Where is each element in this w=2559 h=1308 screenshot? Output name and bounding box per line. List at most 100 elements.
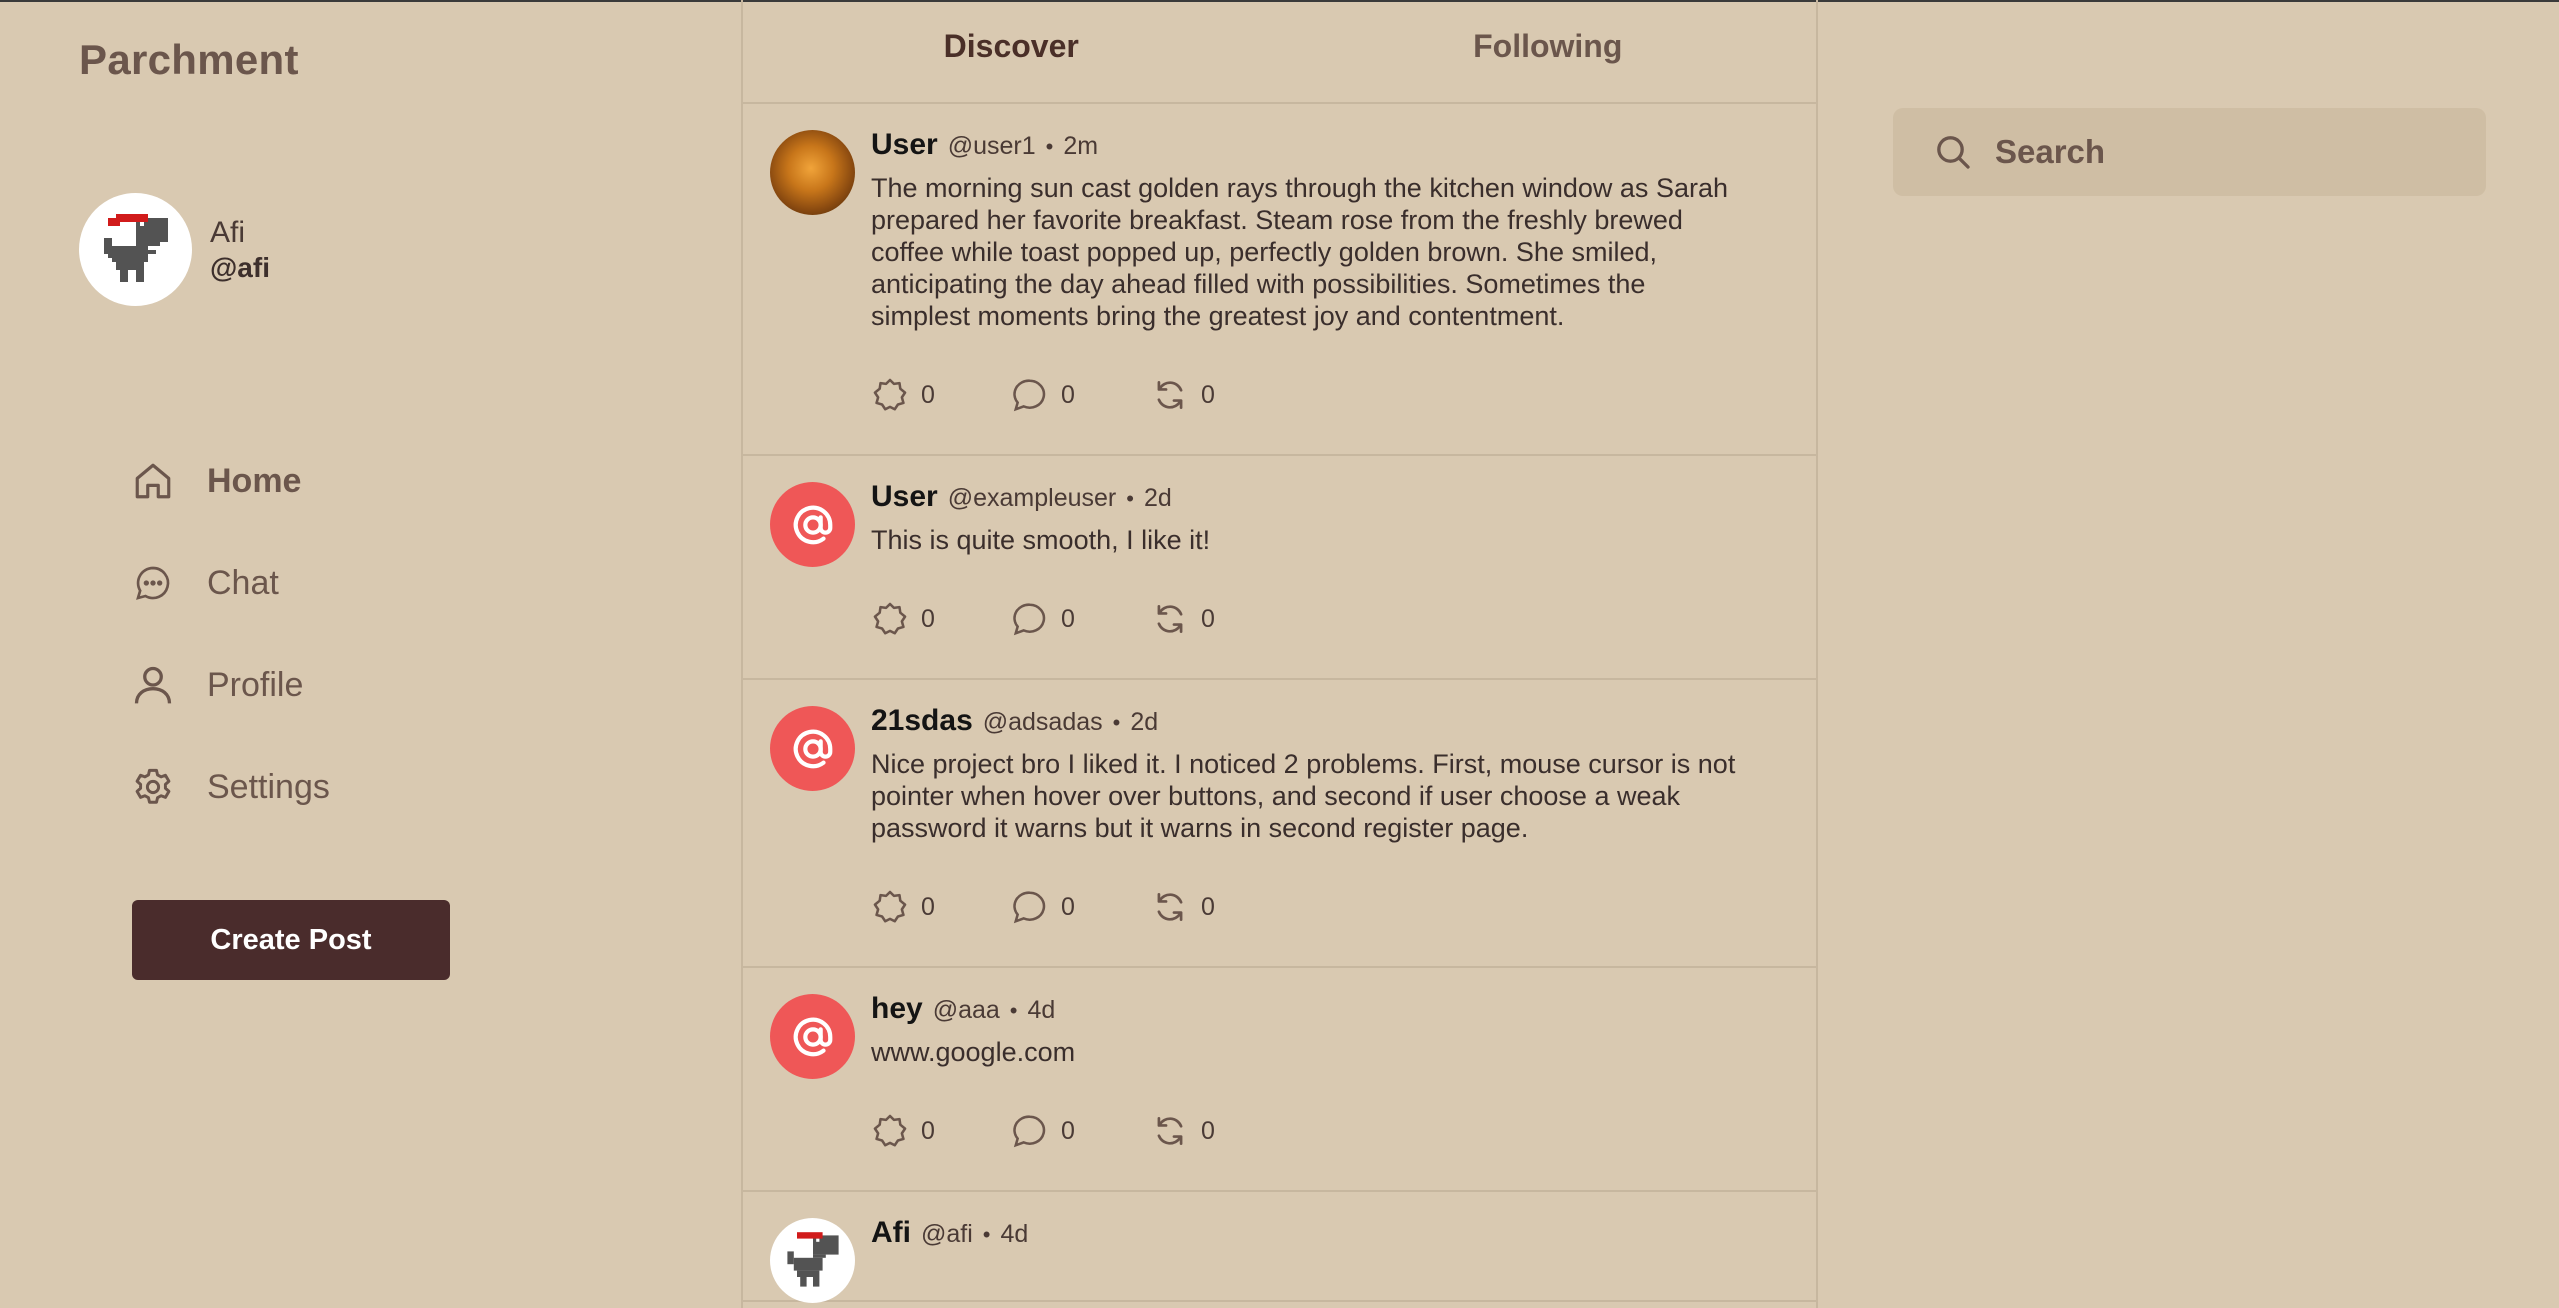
comment-count: 0 bbox=[1061, 1116, 1075, 1145]
repost-count: 0 bbox=[1201, 604, 1215, 633]
dino-avatar-icon bbox=[786, 1231, 839, 1287]
nav-item-chat[interactable]: Chat bbox=[130, 532, 330, 634]
home-icon bbox=[130, 458, 176, 504]
comment-count: 0 bbox=[1061, 380, 1075, 409]
repost-icon bbox=[1157, 1116, 1183, 1146]
post-author-handle[interactable]: @exampleuser bbox=[948, 484, 1117, 513]
post-actions: 0 0 0 bbox=[871, 376, 1756, 414]
like-button[interactable]: 0 bbox=[871, 888, 1011, 926]
post-timestamp: 4d bbox=[1027, 996, 1056, 1024]
chat-icon bbox=[130, 560, 176, 606]
post-avatar[interactable] bbox=[770, 130, 855, 215]
post-item[interactable]: User @exampleuser • 2d This is quite smo… bbox=[743, 456, 1816, 680]
post-author-name[interactable]: User bbox=[871, 128, 938, 162]
current-user-card[interactable]: Afi @afi bbox=[79, 193, 270, 306]
separator-dot: • bbox=[1045, 134, 1054, 159]
post-avatar[interactable] bbox=[770, 482, 855, 567]
post-author-handle[interactable]: @aaa bbox=[933, 996, 1000, 1025]
like-button[interactable]: 0 bbox=[871, 600, 1011, 638]
post-actions: 0 0 0 bbox=[871, 1112, 1756, 1150]
post-avatar[interactable] bbox=[770, 706, 855, 791]
profile-icon bbox=[130, 662, 176, 708]
like-button[interactable]: 0 bbox=[871, 1112, 1011, 1150]
settings-icon bbox=[130, 764, 176, 810]
post-avatar[interactable] bbox=[770, 994, 855, 1079]
like-icon bbox=[873, 1114, 907, 1147]
separator-dot: • bbox=[982, 1222, 991, 1247]
at-sign-icon bbox=[793, 729, 832, 768]
search-bar[interactable] bbox=[1893, 108, 2486, 196]
post-author-handle[interactable]: @afi bbox=[921, 1220, 973, 1249]
at-sign-icon bbox=[793, 1017, 832, 1056]
user-display-name: Afi bbox=[210, 215, 246, 249]
tab-following[interactable]: Following bbox=[1280, 0, 1817, 102]
like-icon bbox=[873, 602, 907, 635]
post-timestamp: 2d bbox=[1130, 708, 1159, 736]
post-item[interactable]: User @user1 • 2m The morning sun cast go… bbox=[743, 104, 1816, 456]
comment-icon bbox=[1013, 891, 1046, 924]
create-post-button[interactable]: Create Post bbox=[132, 900, 450, 980]
comment-icon bbox=[1013, 603, 1046, 636]
repost-icon bbox=[1157, 892, 1183, 922]
like-count: 0 bbox=[921, 892, 935, 921]
post-item[interactable]: 21sdas @adsadas • 2d Nice project bro I … bbox=[743, 680, 1816, 968]
post-timestamp: 2m bbox=[1063, 132, 1099, 160]
search-icon bbox=[1937, 136, 1970, 169]
repost-button[interactable]: 0 bbox=[1151, 376, 1291, 414]
post-avatar[interactable] bbox=[770, 1218, 855, 1303]
like-count: 0 bbox=[921, 380, 935, 409]
repost-icon bbox=[1157, 604, 1183, 634]
post-feed: Discover Following User @user1 • 2m The … bbox=[741, 0, 1818, 1308]
post-actions: 0 0 0 bbox=[871, 600, 1756, 638]
post-text: The morning sun cast golden rays through… bbox=[871, 173, 1728, 331]
user-avatar[interactable] bbox=[79, 193, 192, 306]
like-count: 0 bbox=[921, 604, 935, 633]
like-icon bbox=[873, 378, 907, 411]
post-item[interactable]: Afi @afi • 4d bbox=[743, 1192, 1816, 1303]
post-author-handle[interactable]: @user1 bbox=[948, 132, 1036, 161]
separator-dot: • bbox=[1126, 486, 1134, 511]
like-count: 0 bbox=[921, 1116, 935, 1145]
nav-item-settings[interactable]: Settings bbox=[130, 736, 330, 838]
post-actions: 0 0 0 bbox=[871, 888, 1756, 926]
main-navigation: Home Chat Profile Settings bbox=[130, 430, 330, 838]
repost-button[interactable]: 0 bbox=[1151, 1112, 1291, 1150]
repost-button[interactable]: 0 bbox=[1151, 600, 1291, 638]
comment-count: 0 bbox=[1061, 604, 1075, 633]
nav-item-home[interactable]: Home bbox=[130, 430, 330, 532]
comment-button[interactable]: 0 bbox=[1011, 376, 1151, 414]
post-author-name[interactable]: hey bbox=[871, 992, 923, 1026]
nav-label-home: Home bbox=[207, 461, 302, 500]
post-author-name[interactable]: User bbox=[871, 480, 938, 514]
nav-item-profile[interactable]: Profile bbox=[130, 634, 330, 736]
post-text: www.google.com bbox=[871, 1037, 1076, 1067]
repost-icon bbox=[1157, 380, 1183, 410]
comment-button[interactable]: 0 bbox=[1011, 1112, 1151, 1150]
repost-count: 0 bbox=[1201, 892, 1215, 921]
user-handle: @afi bbox=[210, 251, 270, 283]
comment-button[interactable]: 0 bbox=[1011, 600, 1151, 638]
post-timestamp: 4d bbox=[1000, 1220, 1029, 1248]
left-sidebar: Parchment Afi @afi Home Chat Profile Set… bbox=[0, 0, 741, 1308]
post-item[interactable]: hey @aaa • 4d www.google.com 0 0 0 bbox=[743, 968, 1816, 1192]
post-author-handle[interactable]: @adsadas bbox=[983, 708, 1103, 737]
like-button[interactable]: 0 bbox=[871, 376, 1011, 414]
post-author-name[interactable]: Afi bbox=[871, 1216, 911, 1250]
at-sign-icon bbox=[793, 505, 832, 544]
post-timestamp: 2d bbox=[1143, 484, 1172, 512]
separator-dot: • bbox=[1112, 710, 1121, 735]
app-logo-title[interactable]: Parchment bbox=[79, 36, 299, 84]
tab-discover[interactable]: Discover bbox=[743, 0, 1280, 102]
post-text: This is quite smooth, I like it! bbox=[871, 525, 1211, 555]
separator-dot: • bbox=[1009, 998, 1018, 1023]
dino-avatar-icon bbox=[103, 213, 168, 282]
comment-button[interactable]: 0 bbox=[1011, 888, 1151, 926]
search-input[interactable] bbox=[1995, 133, 2475, 171]
nav-label-chat: Chat bbox=[207, 563, 279, 602]
repost-count: 0 bbox=[1201, 1116, 1215, 1145]
post-author-name[interactable]: 21sdas bbox=[871, 704, 973, 738]
post-text: Nice project bro I liked it. I noticed 2… bbox=[871, 749, 1736, 843]
nav-label-profile: Profile bbox=[207, 665, 304, 704]
repost-button[interactable]: 0 bbox=[1151, 888, 1291, 926]
comment-icon bbox=[1013, 1115, 1046, 1148]
